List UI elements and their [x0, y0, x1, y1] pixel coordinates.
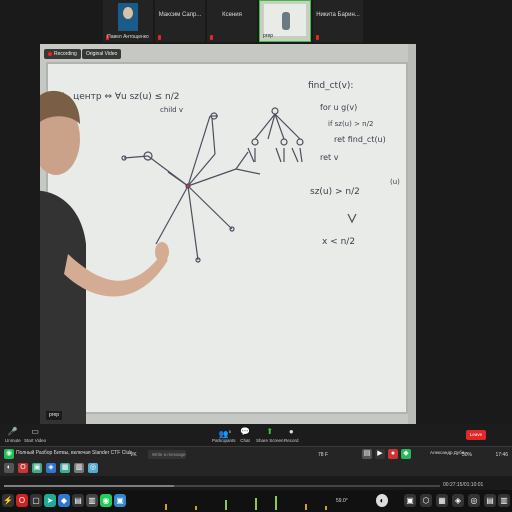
whiteboard-drawing: V - центр ⇔ ∀u sz(u) ≤ n/2 child v find_…	[40, 81, 400, 424]
app-icon[interactable]: ◆	[58, 494, 70, 507]
board-code-2: if sz(u) > n/2	[328, 120, 373, 128]
participant-name: Максим Сапр...	[158, 12, 202, 18]
system-temperature: 59.0°	[336, 498, 348, 504]
participant-tile-active[interactable]: prep	[259, 0, 311, 42]
share-screen-button[interactable]: ⬆ Share Screen	[256, 427, 284, 443]
mic-muted-icon	[158, 35, 161, 40]
app-icon[interactable]: ▥	[74, 463, 84, 473]
unmute-button[interactable]: 🎤 Unmute	[5, 427, 21, 443]
media-progress-fill	[4, 485, 175, 487]
record-label: Record	[284, 438, 299, 443]
unmute-label: Unmute	[5, 438, 21, 443]
participant-video	[264, 4, 306, 36]
recording-indicator: Recording	[44, 49, 81, 59]
participants-count: 5	[228, 429, 231, 434]
participant-name: Павел Антощенко	[107, 34, 149, 40]
record-button[interactable]: ● Record	[284, 427, 299, 443]
tray-icon[interactable]: ▤	[362, 449, 372, 459]
app-icon[interactable]: ⚡	[2, 494, 14, 507]
record-icon: ●	[288, 427, 294, 436]
audio-visualizer	[165, 496, 327, 510]
board-line1: V - центр ⇔ ∀u sz(u) ≤ n/2	[58, 92, 179, 102]
participant-name: prep	[263, 33, 274, 39]
app-icon[interactable]: ▣	[32, 463, 42, 473]
board-eq1: sz(u) > n/2	[310, 187, 360, 197]
board-code-0: find_ct(v):	[308, 81, 353, 91]
tray-icon[interactable]: ●	[388, 449, 398, 459]
original-video-indicator[interactable]: Original Video	[82, 49, 122, 59]
participant-strip: Павел Антощенко Максим Сапр... Ксения pr…	[0, 0, 512, 44]
zoom-window: Павел Антощенко Максим Сапр... Ксения pr…	[0, 0, 512, 446]
tray-icon[interactable]: ▶	[375, 449, 385, 459]
board-code-1: for u g(v)	[320, 103, 357, 112]
avatar	[118, 3, 138, 31]
app-icon[interactable]: ◐	[376, 494, 388, 507]
app-icon[interactable]: ▦	[436, 494, 448, 507]
participant-tile[interactable]: Никита Барин...	[313, 0, 363, 42]
video-off-icon: ▭	[31, 427, 39, 436]
media-progress-bar[interactable]	[4, 485, 440, 487]
participants-icon: 👥5	[218, 429, 231, 439]
telegram-icon[interactable]: ➤	[44, 494, 56, 507]
app-icon[interactable]: ▤	[72, 494, 84, 507]
app-icon[interactable]: ◎	[88, 463, 98, 473]
share-screen-label: Share Screen	[256, 438, 284, 443]
mic-off-icon: 🎤	[7, 427, 18, 436]
chat-label: Chat	[240, 438, 250, 443]
chat-button[interactable]: 💬 Chat	[240, 427, 250, 443]
app-icon[interactable]: O	[18, 463, 28, 473]
message-input[interactable]: Write a message...	[148, 450, 186, 459]
app-icon[interactable]: ▢	[30, 494, 42, 507]
app-icon[interactable]: ▣	[114, 494, 126, 507]
participant-tile[interactable]: Ксения	[207, 0, 257, 42]
app-icon[interactable]: ▦	[60, 463, 70, 473]
app-icon[interactable]: ◈	[46, 463, 56, 473]
app-icon[interactable]: ◉	[100, 494, 112, 507]
participants-label: Participants	[212, 438, 236, 443]
chat-icon: 💬	[240, 427, 250, 436]
app-icon[interactable]: ◉	[4, 449, 14, 459]
main-video: V - центр ⇔ ∀u sz(u) ≤ n/2 child v find_…	[40, 44, 416, 424]
board-code-3: ret find_ct(u)	[334, 135, 386, 144]
app-icon[interactable]: ⬡	[420, 494, 432, 507]
app-icon[interactable]: ◎	[468, 494, 480, 507]
clock: 17:46	[495, 452, 508, 458]
dock: ⚡ O ▢ ➤ ◆ ▤ ▥ ◉ ▣ 59.0° ◐ ▣ ⬡ ▦ ◈ ◎ ▤ ▥	[0, 490, 512, 512]
app-icon[interactable]: ▣	[404, 494, 416, 507]
participant-tile[interactable]: Максим Сапр...	[155, 0, 205, 42]
app-icon[interactable]: ▥	[86, 494, 98, 507]
opera-icon[interactable]: O	[16, 494, 28, 507]
participant-name: Никита Барин...	[316, 12, 360, 18]
start-video-label: Start Video	[24, 438, 47, 443]
app-icon[interactable]: ▤	[484, 494, 496, 507]
board-line1b: child v	[160, 106, 183, 114]
taskbar-apps: ◐ O ▣ ◈ ▦ ▥ ◎	[0, 462, 512, 476]
mic-muted-icon	[316, 35, 319, 40]
app-icon[interactable]: ◐	[4, 463, 14, 473]
app-icon[interactable]: ◈	[452, 494, 464, 507]
battery-percent: 30%	[462, 452, 473, 458]
taskbar: ◉ Полный Разбор Битвы, включая Slander C…	[0, 446, 512, 476]
participants-button[interactable]: 👥5 Participants	[212, 427, 236, 443]
video-name-tag: prep	[46, 411, 63, 420]
board-note: (u)	[390, 178, 400, 186]
start-video-button[interactable]: ▭ Start Video	[24, 427, 46, 443]
window-title[interactable]: Полный Разбор Битвы, включая Slander CTF…	[16, 450, 132, 456]
share-screen-icon: ⬆	[266, 427, 274, 436]
weather-widget[interactable]: 78 F	[318, 452, 328, 458]
vk-label[interactable]: VK	[130, 452, 137, 458]
participant-tile[interactable]: Павел Антощенко	[103, 0, 153, 42]
tray-icon[interactable]: ◆	[401, 449, 411, 459]
leave-button[interactable]: Leave	[466, 430, 486, 440]
mic-muted-icon	[210, 35, 213, 40]
participant-name: Ксения	[222, 12, 242, 18]
board-eq2: x < n/2	[322, 237, 355, 247]
app-icon[interactable]: ▥	[498, 494, 510, 507]
media-position: 00:27:15/01:10:01	[443, 482, 484, 488]
meeting-toolbar: 🎤 Unmute ▭ Start Video 👥5 Participants 💬…	[0, 424, 512, 446]
board-code-4: ret v	[320, 153, 339, 162]
taskbar-row: ◉ Полный Разбор Битвы, включая Slander C…	[0, 449, 512, 461]
